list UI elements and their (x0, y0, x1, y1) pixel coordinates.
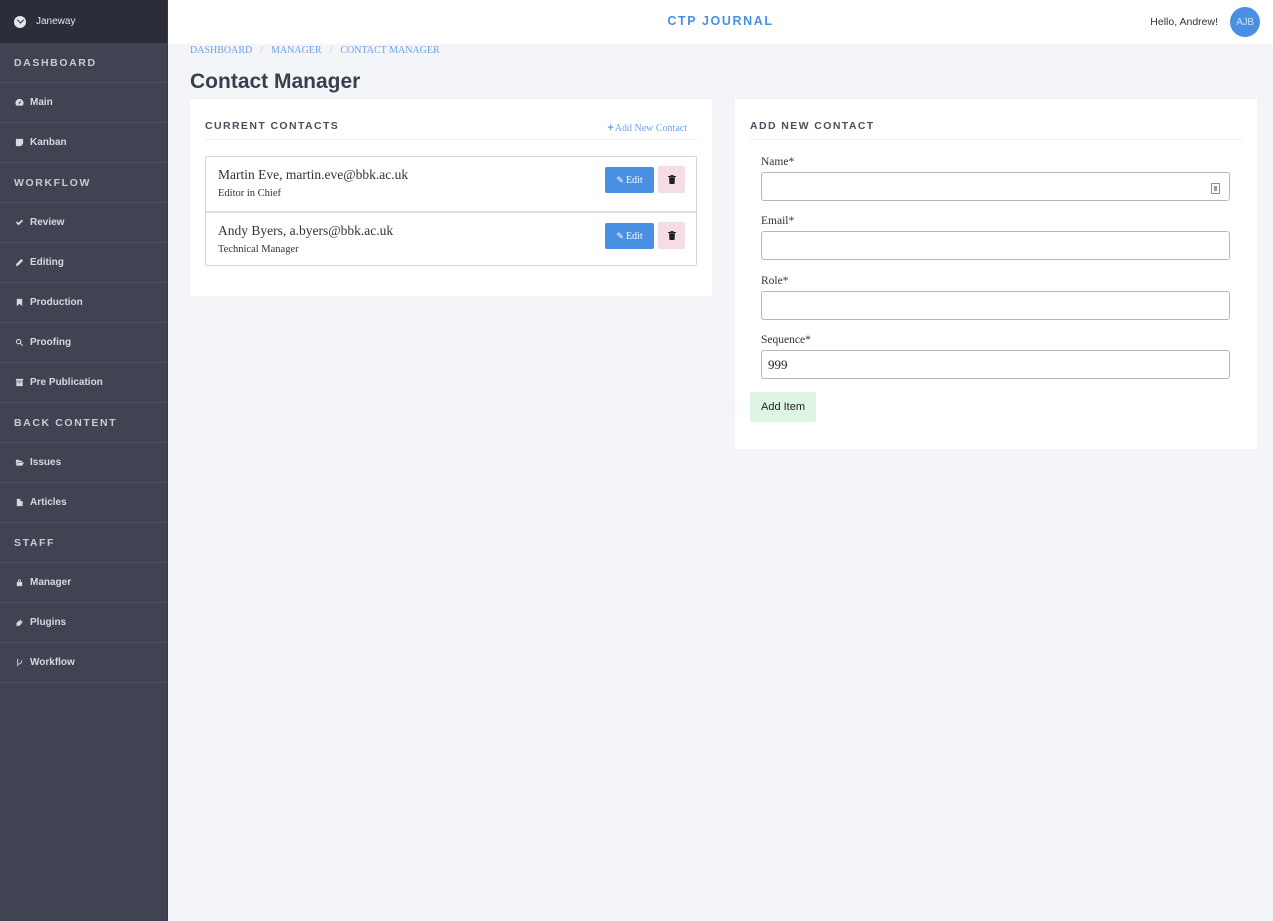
avatar[interactable]: AJB (1230, 7, 1260, 37)
sidebar: Janeway DASHBOARD Main Kanban WORKFLOW R… (0, 0, 168, 921)
contact-card-icon[interactable] (1211, 183, 1220, 194)
bookmark-icon (14, 298, 24, 308)
sidebar-item-label: Issues (30, 457, 62, 468)
brand-label: Janeway (36, 16, 76, 27)
role-input[interactable] (761, 291, 1230, 320)
list-item: Andy Byers, a.byers@bbk.ac.uk Technical … (206, 211, 696, 265)
edit-button[interactable]: ✎ Edit (605, 223, 654, 249)
sidebar-item-production[interactable]: Production (0, 283, 167, 323)
add-new-contact-label: Add New Contact (614, 123, 687, 134)
edit-label: Edit (625, 230, 643, 242)
sidebar-item-manager[interactable]: Manager (0, 563, 167, 603)
plug-icon (14, 618, 24, 628)
sidebar-item-label: Pre Publication (30, 377, 103, 388)
name-field-group: Name* (761, 156, 1230, 201)
journal-title[interactable]: CTP JOURNAL (168, 14, 1273, 28)
sidebar-item-workflow[interactable]: Workflow (0, 643, 167, 683)
contact-role: Technical Manager (218, 244, 299, 255)
sidebar-section-dashboard: DASHBOARD (0, 43, 167, 83)
chevron-circle-down-icon (14, 15, 26, 28)
breadcrumb: DASHBOARD / MANAGER / CONTACT MANAGER (190, 45, 440, 56)
email-label: Email* (761, 215, 795, 227)
breadcrumb-dashboard[interactable]: DASHBOARD (190, 45, 252, 56)
breadcrumb-separator: / (260, 45, 264, 56)
file-icon (14, 498, 24, 508)
sidebar-item-label: Plugins (30, 617, 67, 628)
sidebar-section-back-content: BACK CONTENT (0, 403, 167, 443)
sidebar-item-label: Manager (30, 577, 72, 588)
delete-button[interactable] (658, 166, 685, 193)
add-new-contact-link[interactable]: +Add New Contact (607, 122, 687, 134)
contact-name-email: Martin Eve, martin.eve@bbk.ac.uk (218, 167, 409, 182)
email-input[interactable] (761, 231, 1230, 260)
sidebar-item-issues[interactable]: Issues (0, 443, 167, 483)
sidebar-item-label: Editing (30, 257, 64, 268)
sidebar-item-pre-publication[interactable]: Pre Publication (0, 363, 167, 403)
add-new-contact-title: ADD NEW CONTACT (750, 120, 875, 132)
breadcrumb-manager[interactable]: MANAGER (271, 45, 322, 56)
contact-list: Martin Eve, martin.eve@bbk.ac.uk Editor … (205, 156, 697, 266)
top-bar: CTP JOURNAL Hello, Andrew! AJB (168, 0, 1273, 44)
list-item: Martin Eve, martin.eve@bbk.ac.uk Editor … (206, 157, 696, 211)
plus-icon: + (607, 122, 614, 134)
trash-icon (667, 231, 676, 240)
sidebar-item-proofing[interactable]: Proofing (0, 323, 167, 363)
email-field-group: Email* (761, 215, 1230, 260)
sequence-label: Sequence* (761, 334, 811, 346)
edit-icon: ✎ (616, 230, 624, 241)
sequence-field-group: Sequence* 999 (761, 334, 1230, 379)
sidebar-item-label: Review (30, 217, 65, 228)
page-title: Contact Manager (190, 70, 361, 93)
code-fork-icon (14, 658, 24, 668)
lock-icon (14, 578, 24, 588)
breadcrumb-separator: / (329, 45, 333, 56)
sidebar-item-articles[interactable]: Articles (0, 483, 167, 523)
name-label: Name* (761, 156, 795, 168)
add-item-button[interactable]: Add Item (750, 392, 816, 422)
current-contacts-title: CURRENT CONTACTS (205, 120, 340, 132)
breadcrumb-contact-manager[interactable]: CONTACT MANAGER (340, 45, 439, 56)
name-input[interactable] (761, 172, 1230, 201)
sidebar-item-editing[interactable]: Editing (0, 243, 167, 283)
sidebar-item-review[interactable]: Review (0, 203, 167, 243)
sticky-note-icon (14, 138, 24, 148)
role-field-group: Role* (761, 275, 1230, 320)
sidebar-item-plugins[interactable]: Plugins (0, 603, 167, 643)
card-header: CURRENT CONTACTS +Add New Contact (205, 99, 697, 140)
sidebar-item-label: Main (30, 97, 53, 108)
sidebar-item-label: Production (30, 297, 83, 308)
sidebar-item-main[interactable]: Main (0, 83, 167, 123)
add-new-contact-card: ADD NEW CONTACT Name* Email* Role* Seque… (735, 99, 1257, 449)
sequence-input[interactable]: 999 (761, 350, 1230, 379)
archive-icon (14, 378, 24, 388)
sidebar-brand[interactable]: Janeway (0, 0, 167, 43)
greeting: Hello, Andrew! (1150, 16, 1218, 28)
pencil-icon (14, 258, 24, 268)
card-header: ADD NEW CONTACT (750, 99, 1242, 140)
contact-role: Editor in Chief (218, 188, 281, 199)
sidebar-item-kanban[interactable]: Kanban (0, 123, 167, 163)
sidebar-item-label: Workflow (30, 657, 75, 668)
contact-name-email: Andy Byers, a.byers@bbk.ac.uk (218, 223, 394, 238)
search-icon (14, 338, 24, 348)
folder-open-icon (14, 458, 24, 468)
delete-button[interactable] (658, 222, 685, 249)
current-contacts-card: CURRENT CONTACTS +Add New Contact Martin… (190, 99, 712, 296)
edit-icon: ✎ (616, 174, 624, 185)
check-icon (14, 218, 24, 228)
sidebar-section-workflow: WORKFLOW (0, 163, 167, 203)
sidebar-section-staff: STAFF (0, 523, 167, 563)
sidebar-item-label: Proofing (30, 337, 72, 348)
trash-icon (667, 175, 676, 184)
edit-button[interactable]: ✎ Edit (605, 167, 654, 193)
sidebar-item-label: Articles (30, 497, 67, 508)
edit-label: Edit (625, 174, 643, 186)
tachometer-icon (14, 98, 24, 108)
sidebar-item-label: Kanban (30, 137, 67, 148)
role-label: Role* (761, 275, 789, 287)
